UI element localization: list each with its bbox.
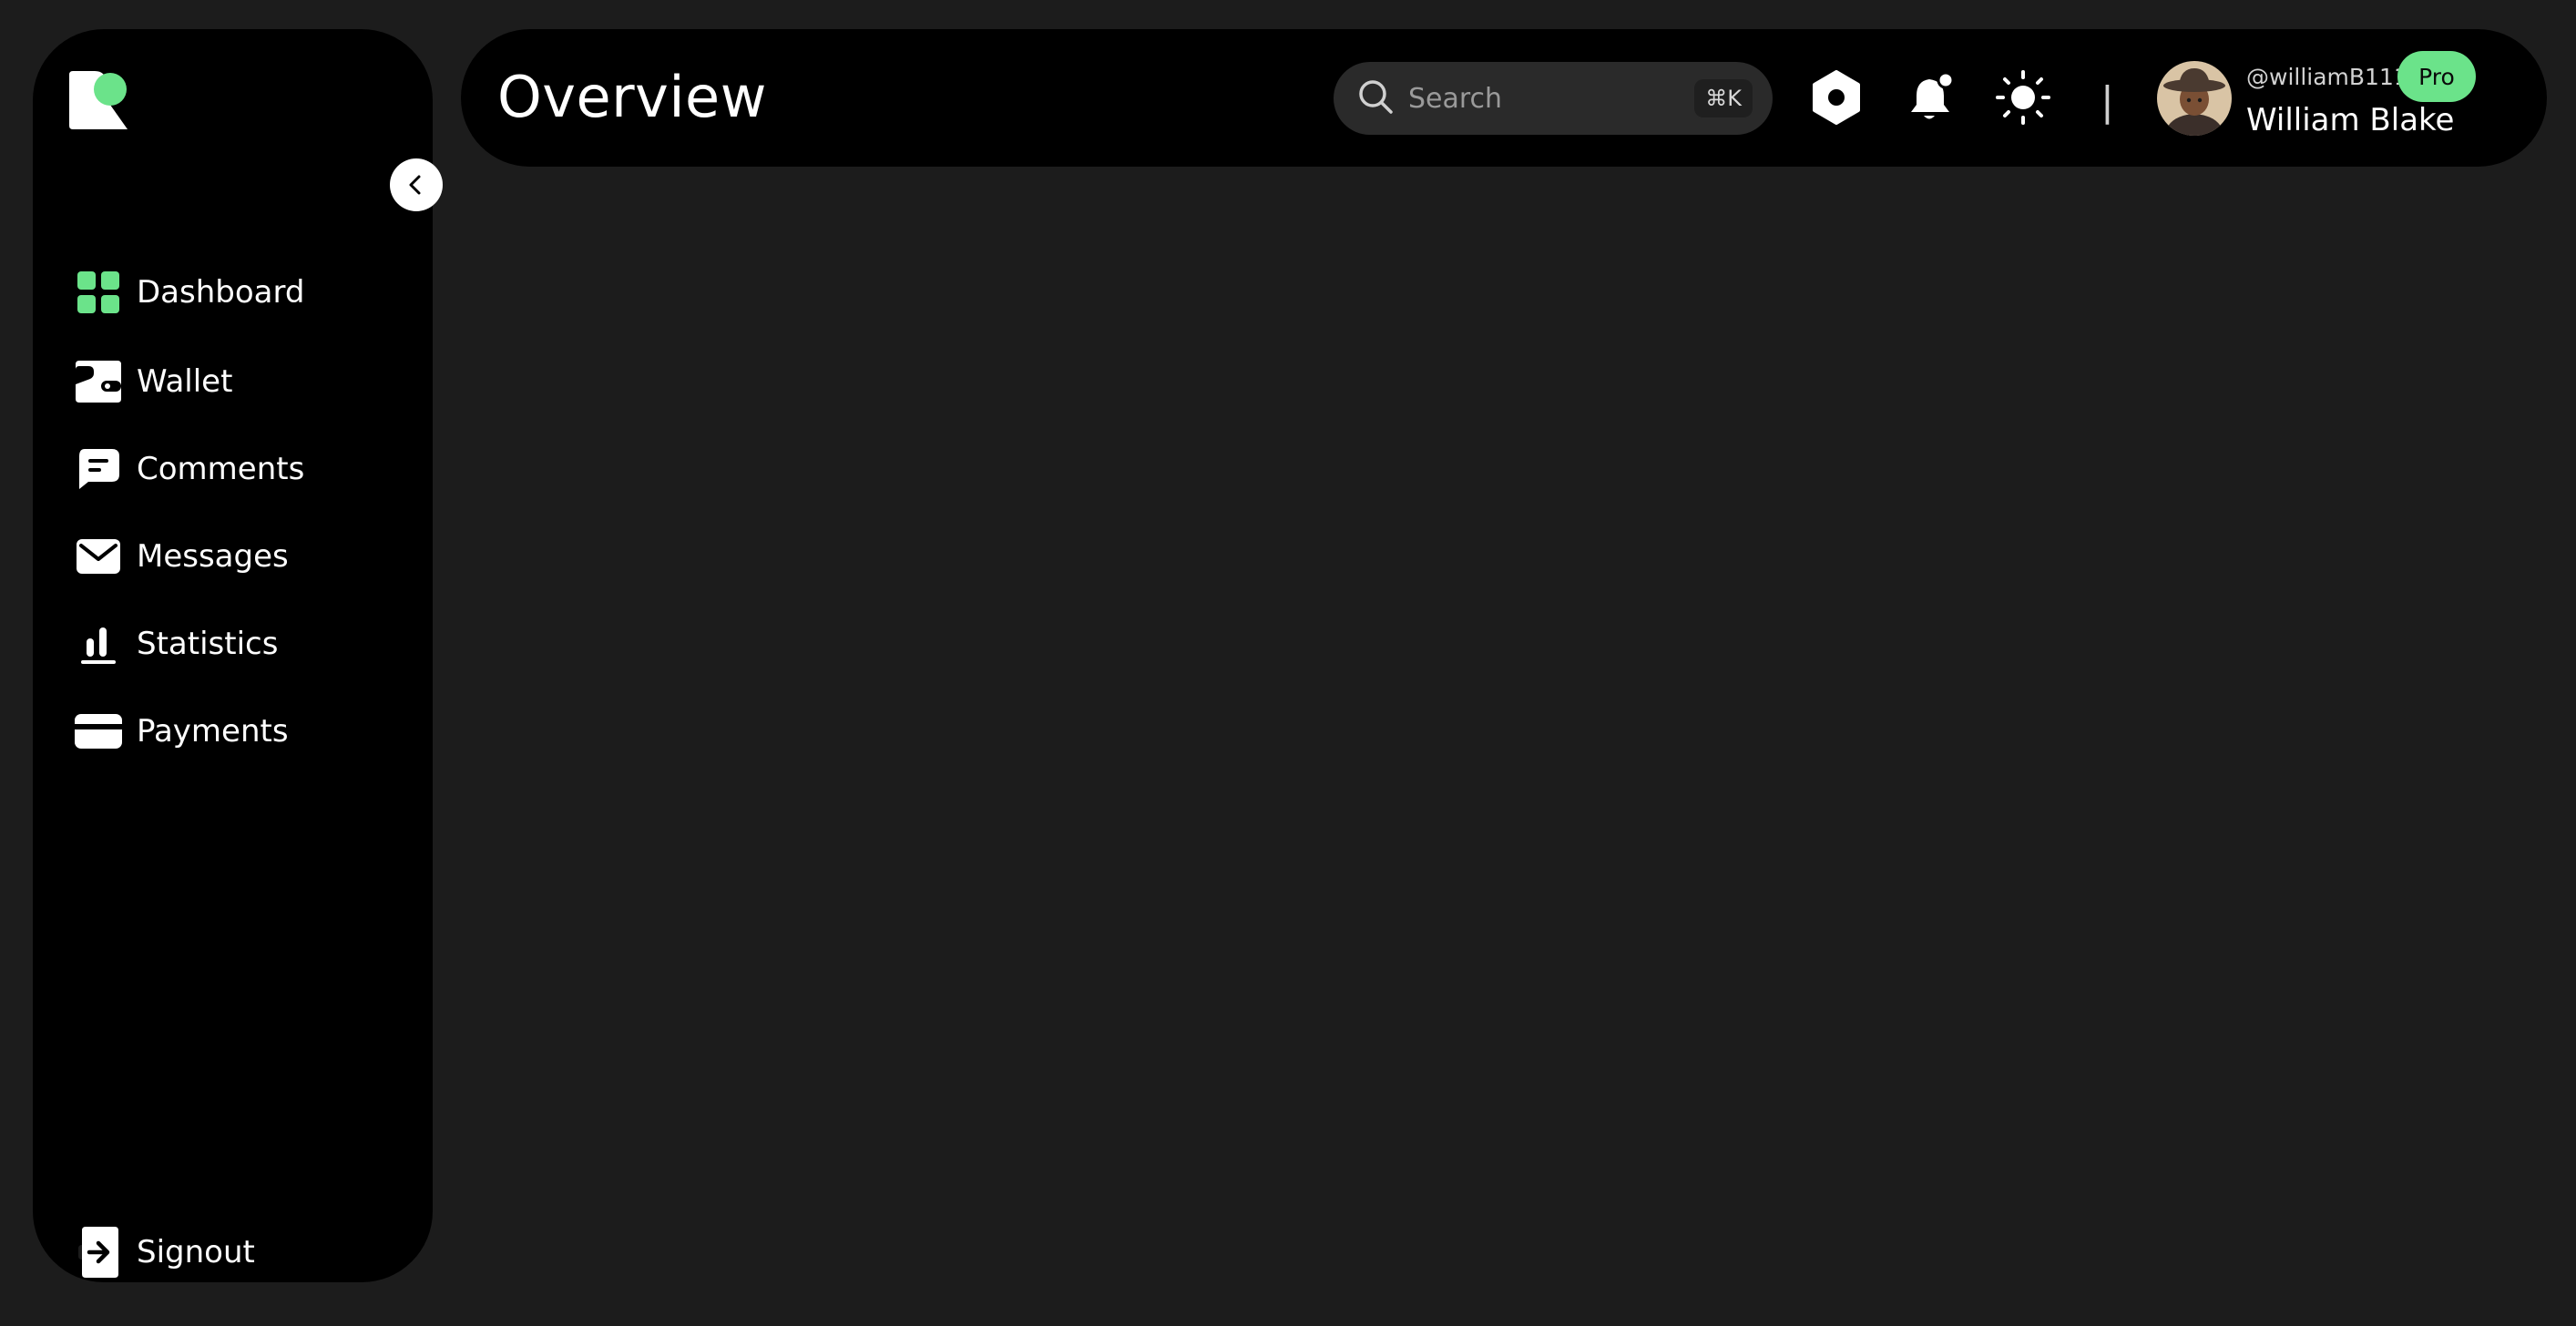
sidebar-item-comments[interactable]: Comments (73, 437, 419, 501)
topbar-divider: | (2101, 78, 2114, 125)
collapse-sidebar-button[interactable] (390, 158, 443, 211)
signout-label: Signout (137, 1234, 255, 1270)
avatar[interactable] (2157, 61, 2232, 136)
sidebar-item-payments[interactable]: Payments (73, 699, 419, 763)
sidebar-item-label: Dashboard (137, 274, 305, 311)
sidebar-item-label: Payments (137, 713, 289, 750)
envelope-icon (73, 531, 124, 582)
wallet-icon (73, 356, 124, 407)
bell-icon (1911, 72, 1955, 119)
sidebar-item-statistics[interactable]: Statistics (73, 612, 419, 676)
signout-button[interactable]: Signout (73, 1220, 346, 1284)
search-bar[interactable]: ⌘K (1334, 62, 1773, 135)
sidebar-item-label: Statistics (137, 626, 279, 662)
bar-chart-icon (73, 618, 124, 669)
search-icon (1357, 78, 1394, 118)
user-name: William Blake (2246, 102, 2455, 138)
user-handle: @williamB1111 (2246, 64, 2423, 90)
top-bar: Overview ⌘K (461, 29, 2547, 167)
credit-card-icon (73, 706, 124, 757)
search-shortcut-badge: ⌘K (1694, 79, 1753, 117)
settings-button[interactable] (1804, 66, 1868, 129)
sun-icon (1996, 70, 2050, 125)
sidebar-item-label: Messages (137, 538, 289, 575)
gear-icon (1813, 70, 1860, 125)
pro-badge: Pro (2397, 51, 2476, 102)
brand-logo-icon[interactable] (69, 71, 128, 129)
chevron-left-icon (409, 175, 421, 195)
theme-toggle-button[interactable] (1991, 66, 2055, 129)
sidebar-item-dashboard[interactable]: Dashboard (73, 260, 419, 324)
sidebar-item-wallet[interactable]: Wallet (73, 350, 419, 413)
sidebar-item-messages[interactable]: Messages (73, 525, 419, 588)
page-title: Overview (497, 64, 767, 130)
comment-icon (73, 444, 124, 495)
sidebar-item-label: Comments (137, 451, 305, 487)
signout-icon (73, 1227, 124, 1278)
sidebar: Dashboard Wallet Comments Messages Stati… (33, 29, 443, 1284)
dashboard-grid-icon (73, 267, 124, 318)
notifications-button[interactable] (1900, 66, 1964, 129)
avatar-image-icon (2157, 61, 2232, 136)
sidebar-item-label: Wallet (137, 363, 233, 400)
search-input[interactable] (1408, 82, 1663, 115)
